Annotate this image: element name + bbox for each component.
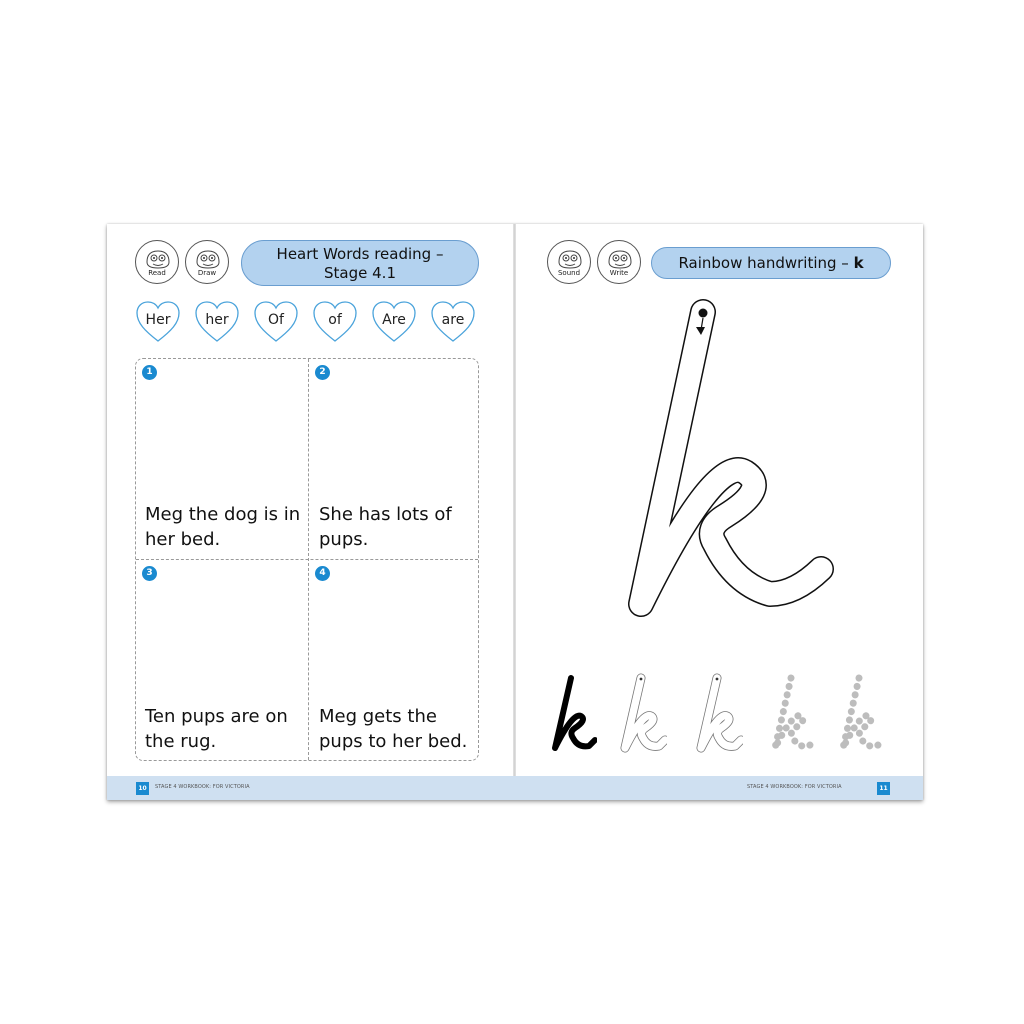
- heart-word-text: of: [328, 312, 342, 328]
- title-line-1: Heart Words reading –: [276, 245, 444, 263]
- right-page: Sound Write Rainbow handwriting – k: [515, 224, 923, 800]
- letter-k-dotted-1: [771, 674, 819, 750]
- heart-word-text: her: [205, 312, 229, 328]
- heart-word-text: Her: [145, 312, 171, 328]
- drawing-grid: 1 Meg the dog is in her bed. 2 She has l…: [135, 358, 479, 761]
- owl-mascot-icon: [558, 250, 582, 269]
- sound-label: Sound: [557, 269, 581, 277]
- right-footer-text: STAGE 4 WORKBOOK: FOR VICTORIA: [747, 784, 842, 790]
- read-label: Read: [148, 269, 166, 277]
- owl-mascot-icon: [608, 250, 632, 269]
- heart-word-3: Of: [253, 300, 299, 344]
- panel-number: 1: [142, 365, 157, 380]
- owl-mascot-icon: [146, 250, 170, 269]
- heart-word-4: of: [312, 300, 358, 344]
- panel-number: 4: [315, 566, 330, 581]
- sound-badge: Sound: [547, 240, 591, 284]
- title-letter: k: [853, 254, 864, 272]
- letter-k-solid: [552, 675, 597, 751]
- draw-label: Draw: [197, 269, 217, 277]
- left-page: Read Draw Heart Words reading – Stage 4.…: [107, 224, 515, 800]
- workbook-spread: Read Draw Heart Words reading – Stage 4.…: [107, 224, 923, 800]
- letter-k-trace-1: [620, 673, 667, 753]
- heart-word-5: Are: [371, 300, 417, 344]
- title-text: Rainbow handwriting –: [678, 254, 854, 272]
- heart-word-text: are: [441, 312, 465, 328]
- rainbow-handwriting-title: Rainbow handwriting – k: [651, 247, 891, 279]
- left-page-number: 10: [136, 782, 149, 795]
- panel-sentence: Meg gets the pups to her bed.: [319, 706, 468, 752]
- heart-word-text: Of: [268, 312, 284, 328]
- panel-number: 3: [142, 566, 157, 581]
- panel-number: 2: [315, 365, 330, 380]
- panel-sentence: Meg the dog is in her bed.: [145, 504, 301, 550]
- letter-k-trace-2: [696, 673, 743, 753]
- title-line-2: Stage 4.1: [324, 264, 396, 282]
- owl-mascot-icon: [196, 250, 220, 269]
- left-footer-text: STAGE 4 WORKBOOK: FOR VICTORIA: [155, 784, 250, 790]
- page-gutter: [513, 224, 516, 800]
- right-page-number: 11: [877, 782, 890, 795]
- write-label: Write: [609, 269, 629, 277]
- grid-divider-horizontal: [136, 559, 478, 560]
- heart-words-title: Heart Words reading – Stage 4.1: [241, 240, 479, 286]
- panel-sentence: Ten pups are on the rug.: [145, 706, 288, 752]
- heart-word-text: Are: [382, 312, 406, 328]
- large-letter-k-outline: [628, 299, 834, 617]
- letter-k-dotted-2: [839, 674, 887, 750]
- heart-word-6: are: [430, 300, 476, 344]
- panel-sentence: She has lots of pups.: [319, 504, 452, 550]
- heart-word-1: Her: [135, 300, 181, 344]
- draw-badge: Draw: [185, 240, 229, 284]
- heart-word-2: her: [194, 300, 240, 344]
- footer-band: 10 STAGE 4 WORKBOOK: FOR VICTORIA STAGE …: [107, 776, 923, 800]
- write-badge: Write: [597, 240, 641, 284]
- read-badge: Read: [135, 240, 179, 284]
